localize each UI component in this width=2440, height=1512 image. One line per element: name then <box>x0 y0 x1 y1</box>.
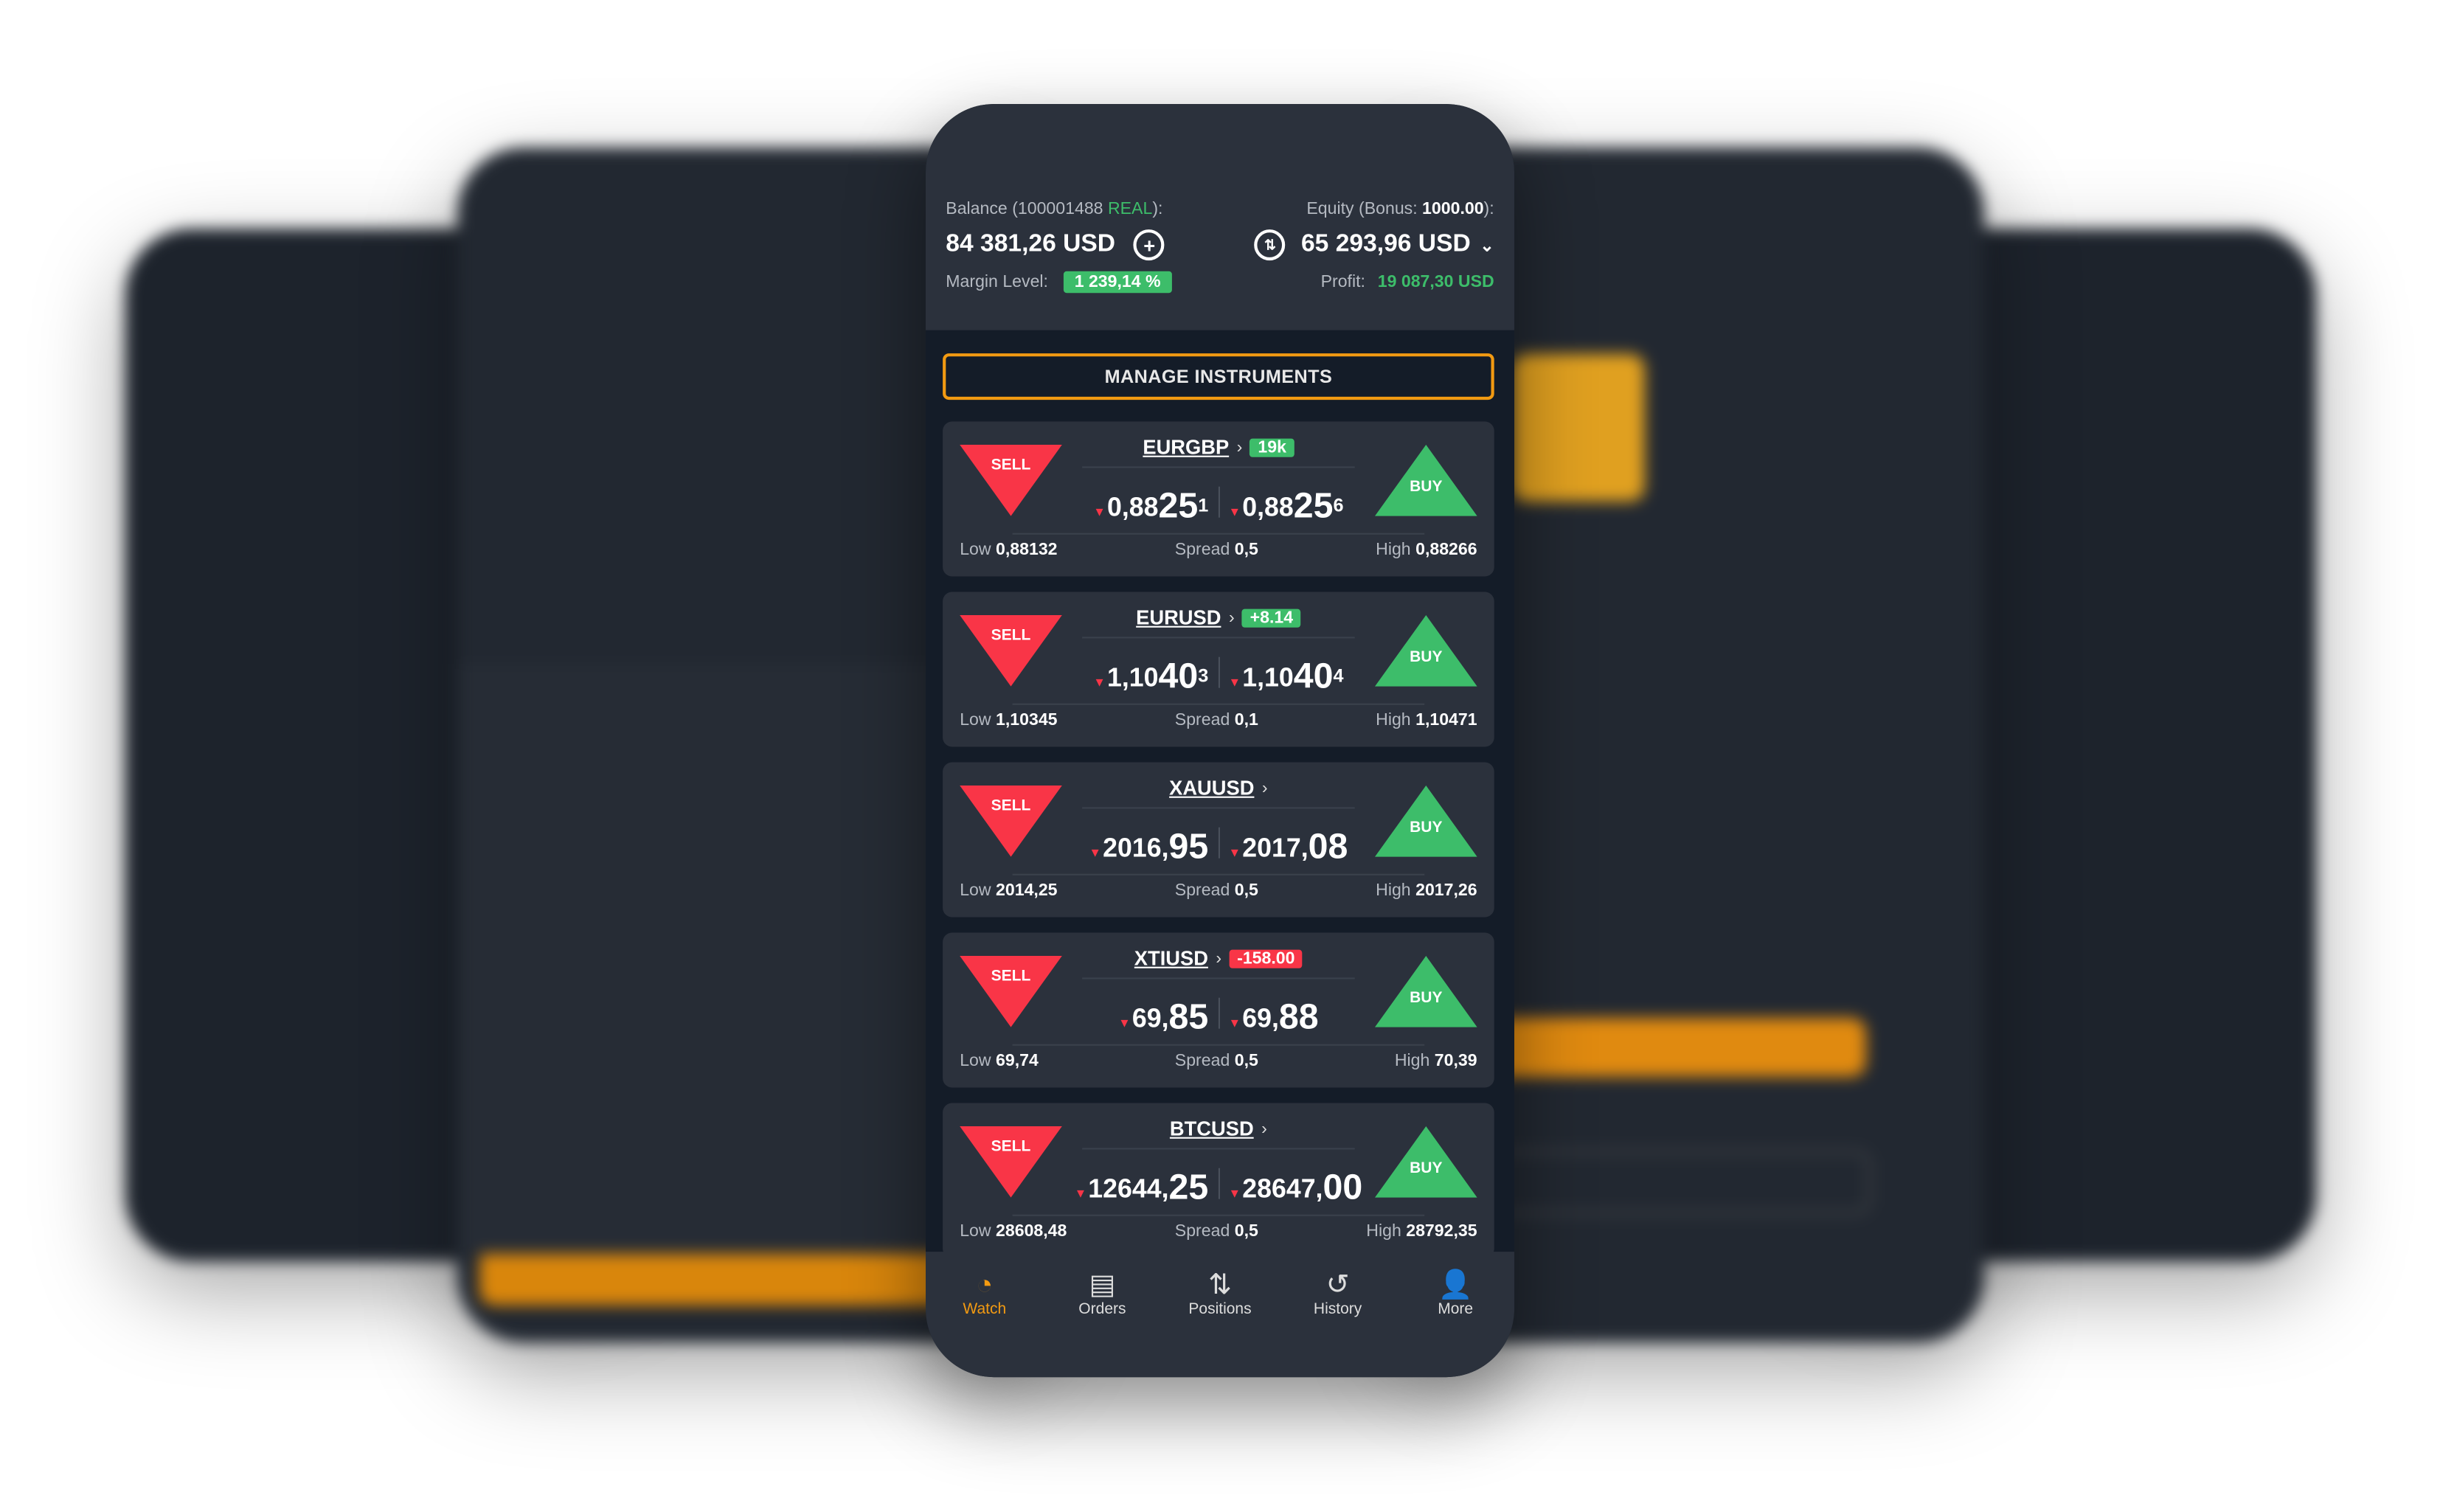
price-down-icon: ▼ <box>1228 845 1241 860</box>
sell-price[interactable]: ▼ 12644, 25 <box>1065 1169 1218 1205</box>
low-stat: Low 2014,25 <box>960 881 1058 901</box>
profit-value: 19 087,30 USD <box>1377 272 1494 292</box>
manage-instruments-button[interactable]: MANAGE INSTRUMENTS <box>943 353 1494 400</box>
bonus-value: 1000.00 <box>1422 200 1484 219</box>
sell-price[interactable]: ▼ 69, 85 <box>1109 999 1218 1035</box>
nav-more[interactable]: 👤 More <box>1409 1267 1502 1377</box>
price-down-icon: ▼ <box>1118 1016 1131 1030</box>
sell-price[interactable]: ▼ 0,88 25 1 <box>1084 488 1218 524</box>
price-down-icon: ▼ <box>1228 504 1241 519</box>
spread-stat: Spread 0,5 <box>1174 881 1258 901</box>
price-down-icon: ▼ <box>1089 845 1102 860</box>
orders-icon: ▤ <box>1089 1269 1116 1300</box>
change-badge: 19k <box>1250 437 1294 457</box>
high-stat: High 70,39 <box>1394 1052 1477 1071</box>
buy-price[interactable]: ▼ 2017, 08 <box>1219 828 1357 864</box>
price-down-icon: ▼ <box>1093 504 1106 519</box>
equity-value: 65 293,96 USD <box>1300 231 1471 257</box>
nav-watch[interactable]: ◔ Watch <box>938 1267 1031 1377</box>
chevron-right-icon[interactable]: › <box>1229 608 1235 627</box>
buy-price[interactable]: ▼ 0,88 25 6 <box>1219 488 1353 524</box>
price-down-icon: ▼ <box>1093 675 1106 690</box>
low-stat: Low 28608,48 <box>960 1222 1067 1241</box>
instrument-card: SELL BUY XTIUSD › -158.00 ▼ 69, 85 ▼ 69,… <box>943 932 1494 1088</box>
balance-label: Balance (100001488 REAL): <box>946 200 1163 219</box>
spread-stat: Spread 0,5 <box>1174 1222 1258 1241</box>
low-stat: Low 1,10345 <box>960 711 1058 730</box>
account-type: REAL <box>1107 200 1153 219</box>
sell-price[interactable]: ▼ 2016, 95 <box>1080 828 1218 864</box>
divider <box>1082 466 1355 468</box>
buy-price[interactable]: ▼ 1,10 40 4 <box>1219 658 1353 694</box>
price-down-icon: ▼ <box>1228 1016 1241 1030</box>
low-stat: Low 69,74 <box>960 1052 1039 1071</box>
divider <box>1082 637 1355 639</box>
instrument-symbol-link[interactable]: XAUUSD <box>1169 776 1254 800</box>
margin-level-badge: 1 239,14 % <box>1063 271 1172 294</box>
spread-stat: Spread 0,1 <box>1174 711 1258 730</box>
phone-screen: Balance (100001488 REAL): 84 381,26 USD … <box>926 104 1514 1378</box>
margin-label: Margin Level: <box>946 272 1048 292</box>
divider <box>1012 533 1425 535</box>
transfer-icon[interactable]: ⇅ <box>1254 229 1286 261</box>
divider <box>1082 977 1355 979</box>
chevron-right-icon[interactable]: › <box>1261 1120 1267 1138</box>
nav-positions[interactable]: ⇅ Positions <box>1174 1267 1266 1377</box>
history-icon: ↺ <box>1325 1269 1350 1300</box>
bottom-nav: ◔ Watch ▤ Orders ⇅ Positions ↺ History 👤 More <box>926 1252 1514 1378</box>
high-stat: High 28792,35 <box>1366 1222 1477 1241</box>
chevron-right-icon[interactable]: › <box>1216 949 1221 968</box>
price-down-icon: ▼ <box>1228 1186 1241 1201</box>
equity-label: Equity (Bonus: 1000.00): <box>1306 200 1494 219</box>
buy-price[interactable]: ▼ 28647, 00 <box>1219 1169 1372 1205</box>
spread-stat: Spread 0,5 <box>1174 1052 1258 1071</box>
divider <box>1012 1044 1425 1046</box>
nav-history[interactable]: ↺ History <box>1292 1267 1384 1377</box>
instrument-symbol-link[interactable]: EURUSD <box>1136 606 1221 629</box>
sell-price[interactable]: ▼ 1,10 40 3 <box>1084 658 1218 694</box>
deposit-plus-icon[interactable]: + <box>1134 229 1165 261</box>
balance-value: 84 381,26 USD <box>946 231 1116 257</box>
high-stat: High 0,88266 <box>1376 541 1477 560</box>
spread-stat: Spread 0,5 <box>1174 541 1258 560</box>
instrument-card: SELL BUY EURUSD › +8.14 ▼ 1,10 40 3 ▼ 1,… <box>943 592 1494 747</box>
instrument-symbol-link[interactable]: EURGBP <box>1143 435 1229 458</box>
instrument-card: SELL BUY XAUUSD › ▼ 2016, 95 ▼ 2017, 08 … <box>943 762 1494 918</box>
change-badge: -158.00 <box>1229 949 1303 968</box>
price-down-icon: ▼ <box>1228 675 1241 690</box>
chevron-down-icon[interactable]: ⌄ <box>1480 235 1494 255</box>
account-header: Balance (100001488 REAL): 84 381,26 USD … <box>926 104 1514 330</box>
divider <box>1082 807 1355 809</box>
instrument-card: SELL BUY BTCUSD › ▼ 12644, 25 ▼ 28647, 0… <box>943 1103 1494 1258</box>
change-badge: +8.14 <box>1242 608 1301 627</box>
price-down-icon: ▼ <box>1074 1186 1087 1201</box>
instrument-card: SELL BUY EURGBP › 19k ▼ 0,88 25 1 ▼ 0,88… <box>943 421 1494 577</box>
nav-orders[interactable]: ▤ Orders <box>1056 1267 1148 1377</box>
user-icon: 👤 <box>1438 1269 1473 1300</box>
watch-icon: ◔ <box>976 1269 994 1300</box>
divider <box>1012 1214 1425 1216</box>
chevron-right-icon[interactable]: › <box>1262 779 1268 797</box>
high-stat: High 1,10471 <box>1376 711 1477 730</box>
instrument-symbol-link[interactable]: XTIUSD <box>1134 946 1208 970</box>
buy-price[interactable]: ▼ 69, 88 <box>1219 999 1328 1035</box>
divider <box>1012 703 1425 705</box>
profit-label: Profit: <box>1320 272 1365 292</box>
divider <box>1012 873 1425 875</box>
high-stat: High 2017,26 <box>1376 881 1477 901</box>
low-stat: Low 0,88132 <box>960 541 1058 560</box>
chevron-right-icon[interactable]: › <box>1237 438 1243 457</box>
instrument-symbol-link[interactable]: BTCUSD <box>1170 1117 1254 1140</box>
divider <box>1082 1148 1355 1150</box>
positions-icon: ⇅ <box>1208 1269 1232 1300</box>
